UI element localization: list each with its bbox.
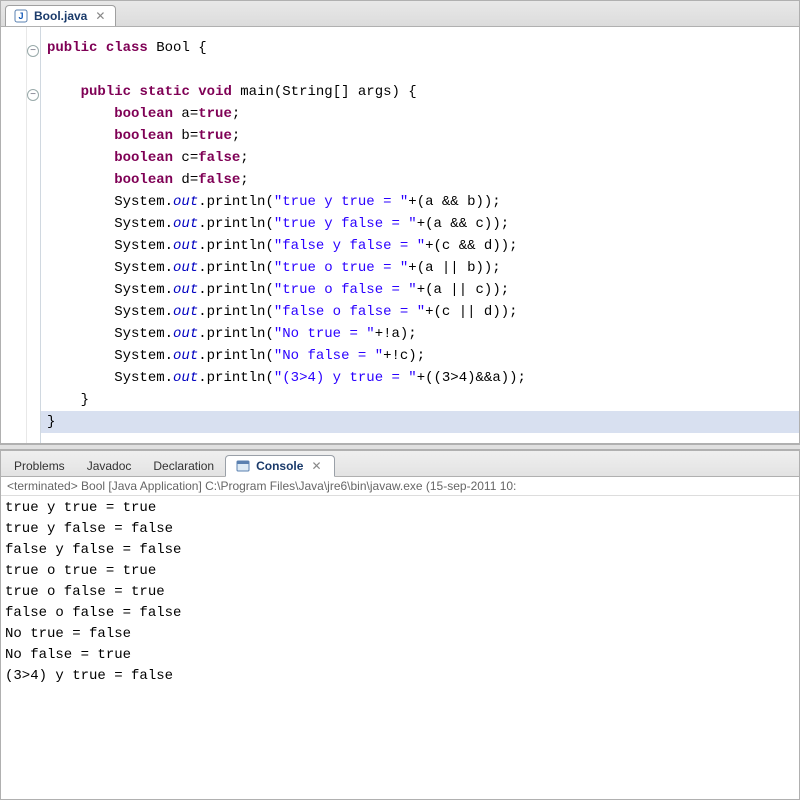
tab-console[interactable]: Console ✕ [225,455,334,477]
console-output[interactable]: true y true = true true y false = false … [1,496,799,689]
gutter [1,27,41,443]
fold-button[interactable] [27,45,39,57]
tab-javadoc[interactable]: Javadoc [76,455,143,476]
bottom-pane: Problems Javadoc Declaration Console ✕ <… [0,450,800,800]
bottom-tab-bar: Problems Javadoc Declaration Console ✕ [1,451,799,477]
fold-strip [26,27,40,443]
close-icon[interactable]: ✕ [93,9,107,23]
tab-declaration[interactable]: Declaration [142,455,225,476]
editor-pane: J Bool.java ✕ public class Bool { public… [0,0,800,444]
editor-tab-bar: J Bool.java ✕ [1,1,799,27]
tab-console-label: Console [256,459,303,473]
code-area[interactable]: public class Bool { public static void m… [1,27,799,443]
svg-text:J: J [18,11,23,21]
editor-tab-label: Bool.java [34,9,87,23]
editor-tab-bool[interactable]: J Bool.java ✕ [5,5,116,26]
fold-button[interactable] [27,89,39,101]
console-icon [236,459,250,473]
console-status: <terminated> Bool [Java Application] C:\… [1,477,799,496]
close-icon[interactable]: ✕ [309,459,323,473]
java-file-icon: J [14,9,28,23]
code-content[interactable]: public class Bool { public static void m… [41,27,799,443]
tab-problems[interactable]: Problems [3,455,76,476]
